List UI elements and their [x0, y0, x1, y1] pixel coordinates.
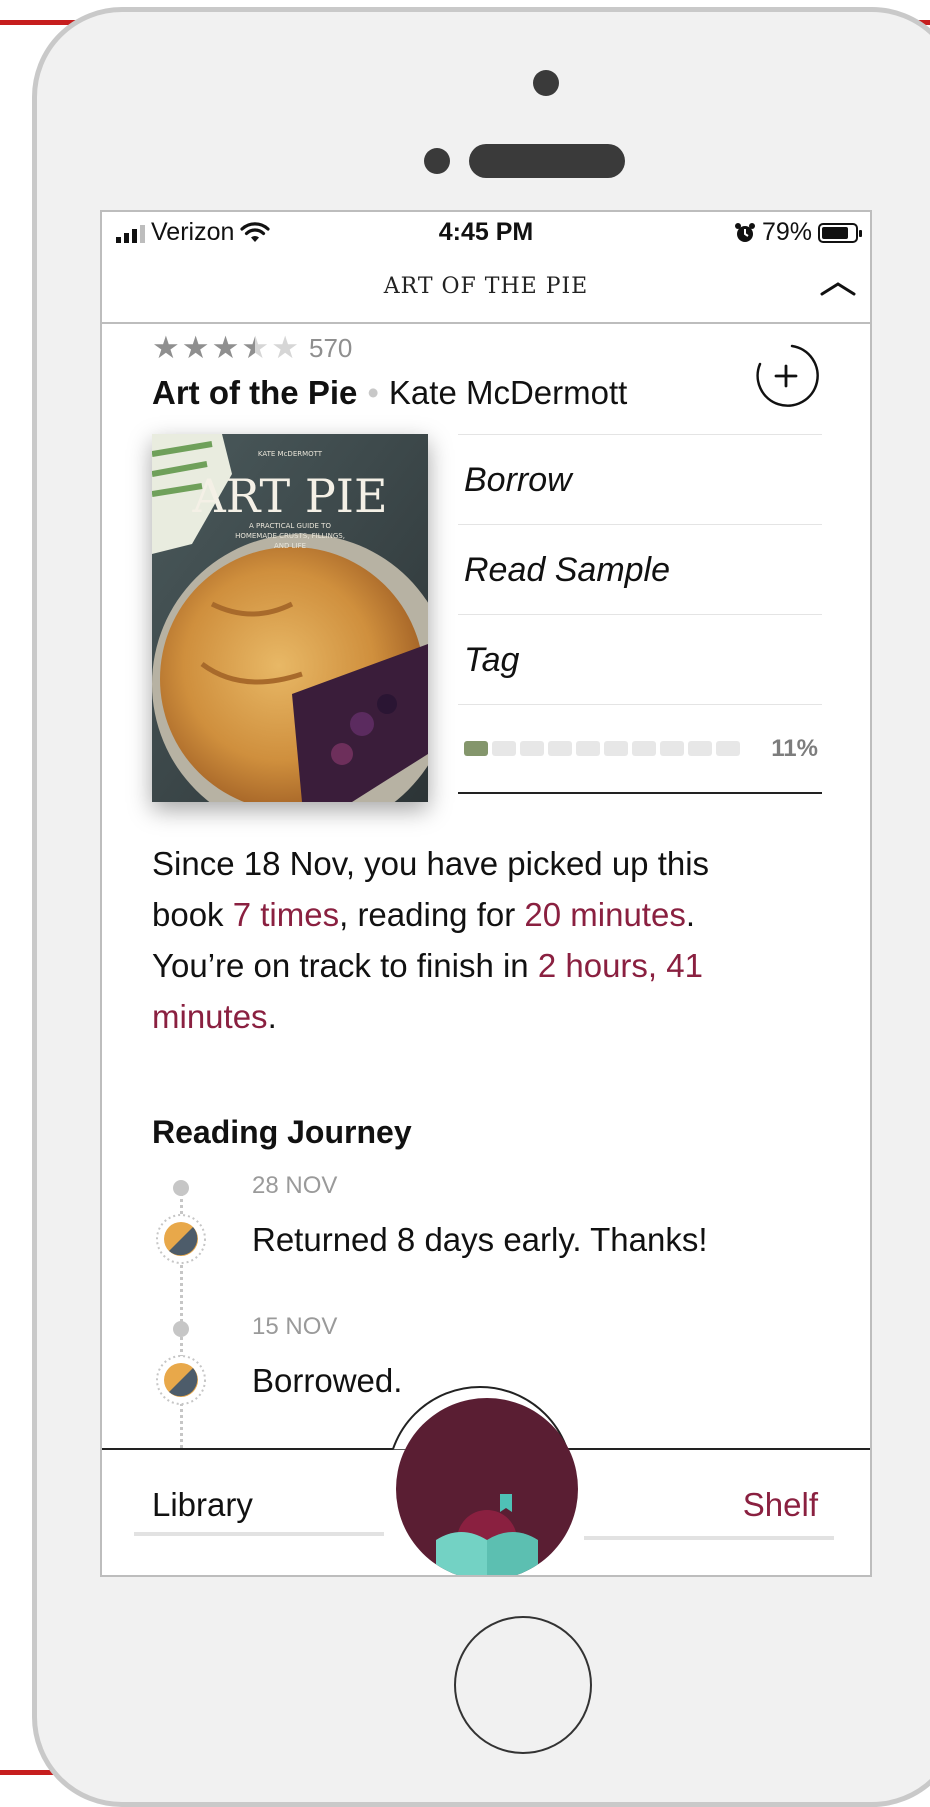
- progress-segment: [660, 741, 684, 756]
- alarm-icon: [734, 222, 755, 242]
- half-moon-icon: [156, 1214, 206, 1264]
- book-actions: Borrow Read Sample Tag 11%: [458, 434, 822, 794]
- event-date: 28 NOV: [252, 1172, 338, 1199]
- app-screen: Verizon 4:45 PM 79% ART OF THE PIE ★ ★ ★…: [100, 210, 872, 1577]
- tab-shelf[interactable]: Shelf: [743, 1486, 818, 1524]
- progress-bar: [464, 741, 740, 756]
- event-text: Borrowed.: [252, 1362, 403, 1399]
- earpiece-speaker: [469, 144, 625, 178]
- rating-count: 570: [308, 332, 353, 363]
- star-icon: ★: [181, 330, 210, 365]
- progress-segment: [464, 741, 488, 756]
- tag-button[interactable]: Tag: [458, 614, 822, 704]
- star-icon: ★: [152, 330, 180, 365]
- tab-library-underline: [134, 1532, 384, 1536]
- reading-progress: 11%: [458, 704, 822, 794]
- summary-text: , reading for: [339, 896, 525, 933]
- progress-segment: [604, 741, 628, 756]
- sensor: [424, 148, 450, 174]
- front-camera: [533, 70, 559, 96]
- battery-icon: [818, 222, 862, 243]
- event-date: 15 NOV: [252, 1313, 338, 1340]
- title-bar: ART OF THE PIE: [102, 256, 870, 324]
- progress-segment: [576, 741, 600, 756]
- svg-text:AND LIFE: AND LIFE: [274, 542, 306, 550]
- status-bar: Verizon 4:45 PM 79%: [102, 212, 870, 256]
- progress-segment: [520, 741, 544, 756]
- timeline-dot: [173, 1180, 189, 1196]
- progress-percent: 11%: [771, 735, 818, 762]
- event-text: Returned 8 days early. Thanks!: [252, 1221, 708, 1258]
- chevron-up-icon[interactable]: [818, 276, 858, 300]
- half-moon-icon: [156, 1355, 206, 1405]
- summary-minutes: 20 minutes: [524, 896, 686, 933]
- svg-text:KATE McDERMOTT: KATE McDERMOTT: [258, 450, 323, 458]
- battery-percent: 79%: [761, 218, 812, 246]
- page-title: ART OF THE PIE: [383, 274, 589, 299]
- progress-segment: [632, 741, 656, 756]
- book-heading: Art of the Pie • Kate McDermott: [152, 374, 627, 412]
- svg-text:ART PIE: ART PIE: [191, 469, 387, 523]
- progress-segment: [716, 741, 740, 756]
- progress-segment: [548, 741, 572, 756]
- separator-dot: •: [367, 374, 379, 411]
- progress-segment: [492, 741, 516, 756]
- add-icon[interactable]: [752, 342, 820, 410]
- home-button[interactable]: [454, 1616, 592, 1754]
- book-title: Art of the Pie: [152, 374, 358, 411]
- summary-text: .: [267, 998, 277, 1035]
- svg-text:HOMEMADE CRUSTS, FILLINGS,: HOMEMADE CRUSTS, FILLINGS,: [235, 532, 345, 540]
- center-menu-button[interactable]: [396, 1398, 578, 1575]
- reading-summary: Since 18 Nov, you have picked up this bo…: [152, 838, 772, 1042]
- progress-segment: [688, 741, 712, 756]
- read-sample-button[interactable]: Read Sample: [458, 524, 822, 614]
- svg-text:A PRACTICAL GUIDE TO: A PRACTICAL GUIDE TO: [249, 522, 331, 530]
- book-author[interactable]: Kate McDermott: [389, 374, 627, 411]
- summary-times: 7 times: [232, 896, 340, 933]
- open-book-icon: [436, 1494, 538, 1575]
- timeline-dot: [173, 1321, 189, 1337]
- tab-shelf-underline: [584, 1536, 834, 1540]
- book-cover-image: KATE McDERMOTT ART PIE A PRACTICAL GUIDE…: [152, 434, 428, 802]
- star-rating: ★ ★ ★ ★ ★ 570: [152, 330, 352, 366]
- half-star-icon: ★: [241, 330, 270, 365]
- borrow-button[interactable]: Borrow: [458, 434, 822, 524]
- star-icon: ★: [211, 330, 240, 365]
- reading-journey-title: Reading Journey: [152, 1114, 412, 1150]
- empty-star-icon: ★: [271, 330, 299, 365]
- book-cover[interactable]: KATE McDERMOTT ART PIE A PRACTICAL GUIDE…: [152, 434, 428, 802]
- tab-library[interactable]: Library: [152, 1486, 253, 1524]
